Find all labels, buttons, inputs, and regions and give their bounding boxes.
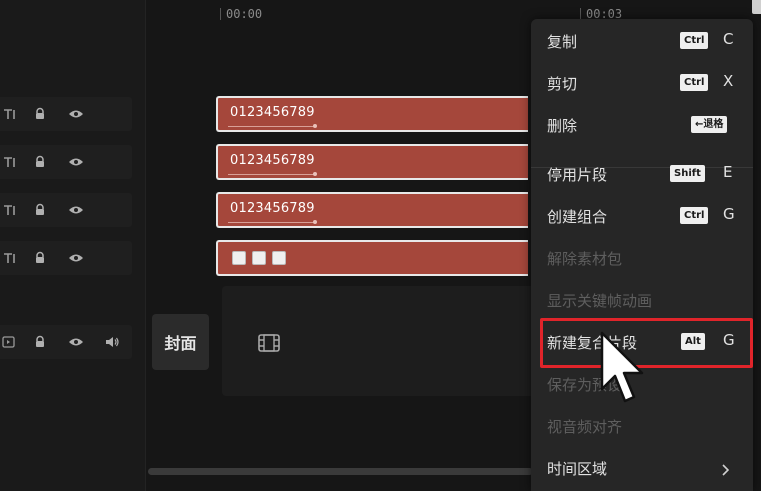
shortcut-modifier-badge: Ctrl [680,32,709,49]
clip-label: 0123456789 [230,105,315,120]
menu-item-delete[interactable]: 删除 ←退格 [531,105,753,143]
text-track-icon [0,153,18,171]
menu-item-av-align: 视音频对齐 [531,406,753,444]
lock-icon[interactable] [31,249,49,267]
highlight-annotation-box [540,318,753,368]
menu-item-create-group[interactable]: 创建组合 Ctrl G [531,196,753,234]
clip-keyline [228,172,317,176]
clip-label: 0123456789 [230,201,315,216]
eye-icon[interactable] [67,105,85,123]
shortcut-modifier-badge: Shift [670,165,705,182]
track-controls-2 [0,145,132,179]
text-clip-3[interactable]: 0123456789 [216,192,528,228]
track-header-panel [0,0,146,491]
shortcut-modifier-badge: Ctrl [680,207,709,224]
main-track-controls [0,325,132,359]
eye-icon[interactable] [67,333,85,351]
track-controls-4 [0,241,132,275]
cover-button[interactable]: 封面 [152,314,209,370]
shortcut-key: E [723,163,733,181]
window-edge-marker [752,0,761,14]
text-track-icon [0,249,18,267]
menu-item-unpack-material: 解除素材包 [531,238,753,276]
text-track-icon [0,105,18,123]
clip-keyline [228,124,317,128]
menu-item-label: 复制 [547,33,578,51]
volume-icon[interactable] [103,333,121,351]
menu-item-copy[interactable]: 复制 Ctrl C [531,21,753,59]
text-clip-4[interactable] [216,240,528,276]
shortcut-key: X [723,72,734,90]
text-clip-1[interactable]: 0123456789 [216,96,528,132]
shortcut-key: G [723,205,735,223]
clip-label: 0123456789 [230,153,315,168]
menu-item-label: 时间区域 [547,460,608,478]
placeholder-glyph [252,251,266,265]
menu-item-label: 创建组合 [547,208,608,226]
chevron-right-icon [721,461,730,480]
screen-icon [0,333,18,351]
lock-icon[interactable] [31,153,49,171]
lock-icon[interactable] [31,105,49,123]
context-menu: 复制 Ctrl C 剪切 Ctrl X 删除 ←退格 停用片段 Shift E … [531,19,753,491]
eye-icon[interactable] [67,153,85,171]
film-icon [258,334,280,356]
ruler-tick [220,8,221,20]
menu-item-disable-clip[interactable]: 停用片段 Shift E [531,154,753,192]
placeholder-glyph [232,251,246,265]
horizontal-scrollbar[interactable] [148,468,533,475]
clip-keyline [228,220,317,224]
menu-item-label: 停用片段 [547,166,608,184]
menu-item-show-keyframes: 显示关键帧动画 [531,280,753,318]
lock-icon[interactable] [31,201,49,219]
menu-item-label: 剪切 [547,75,578,93]
eye-icon[interactable] [67,249,85,267]
main-video-track[interactable] [222,286,542,396]
shortcut-modifier-badge: Ctrl [680,74,709,91]
menu-item-time-range[interactable]: 时间区域 [531,448,753,486]
shortcut-modifier-badge: ←退格 [691,116,728,133]
menu-item-label: 删除 [547,117,578,135]
menu-item-label: 显示关键帧动画 [547,292,653,310]
editor-window: 00:00 00:03 0123456789 0123456789 012345… [0,0,761,491]
menu-item-label: 视音频对齐 [547,418,623,436]
mouse-cursor-icon [600,331,646,411]
track-controls-1 [0,97,132,131]
text-track-icon [0,201,18,219]
menu-item-label: 解除素材包 [547,250,623,268]
eye-icon[interactable] [67,201,85,219]
placeholder-glyph [272,251,286,265]
lock-icon[interactable] [31,333,49,351]
track-controls-3 [0,193,132,227]
text-clip-2[interactable]: 0123456789 [216,144,528,180]
ruler-label-start: 00:00 [226,7,263,21]
shortcut-key: C [723,30,734,48]
menu-item-cut[interactable]: 剪切 Ctrl X [531,63,753,101]
